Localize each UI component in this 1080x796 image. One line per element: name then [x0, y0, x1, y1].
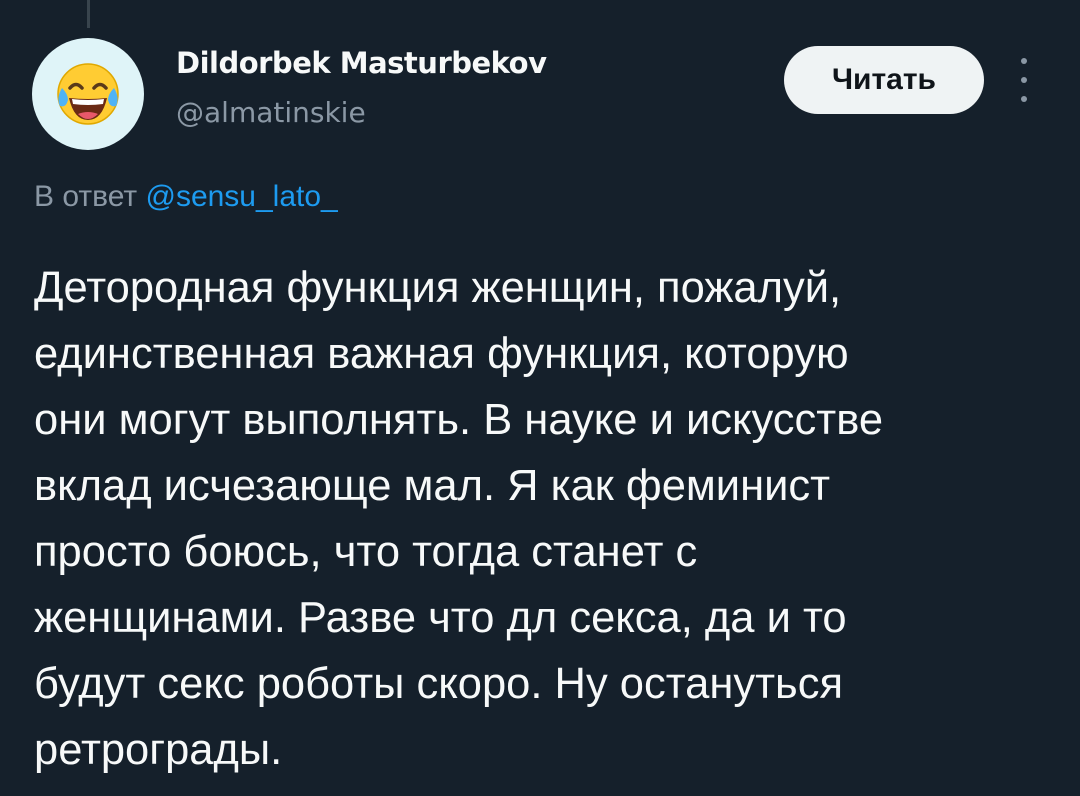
more-vertical-icon[interactable] [1012, 58, 1036, 102]
tweet-text-line: просто боюсь, что тогда станет с [34, 528, 698, 576]
more-dot [1021, 58, 1027, 64]
tears-of-joy-emoji-icon [57, 63, 119, 125]
tweet-text-line: вклад исчезающе мал. Я как феминист [34, 462, 831, 510]
tweet-text-line: Детородная функция женщин, пожалуй, [34, 264, 842, 312]
avatar[interactable] [32, 38, 144, 150]
author-display-name[interactable]: Dildorbek Masturbekov [176, 46, 547, 80]
tweet-text-line: они могут выполнять. В науке и искусстве [34, 396, 884, 444]
reply-mention-link[interactable]: @sensu_lato_ [145, 180, 337, 213]
tweet-text-line: будут секс роботы скоро. Ну остануться [34, 660, 844, 708]
reply-prefix: В ответ [34, 180, 138, 213]
thread-connector-line [87, 0, 90, 28]
author-handle[interactable]: @almatinskie [176, 96, 366, 129]
tweet-text: Детородная функция женщин, пожалуй, един… [34, 255, 1054, 783]
more-dot [1021, 77, 1027, 83]
reply-to-line: В ответ @sensu_lato_ [34, 180, 338, 214]
more-dot [1021, 96, 1027, 102]
tweet-text-line: ретрограды. [34, 726, 283, 774]
tweet-text-line: женщинами. Разве что дл секса, да и то [34, 594, 847, 642]
follow-button[interactable]: Читать [784, 46, 984, 114]
tweet-text-line: единственная важная функция, которую [34, 330, 849, 378]
